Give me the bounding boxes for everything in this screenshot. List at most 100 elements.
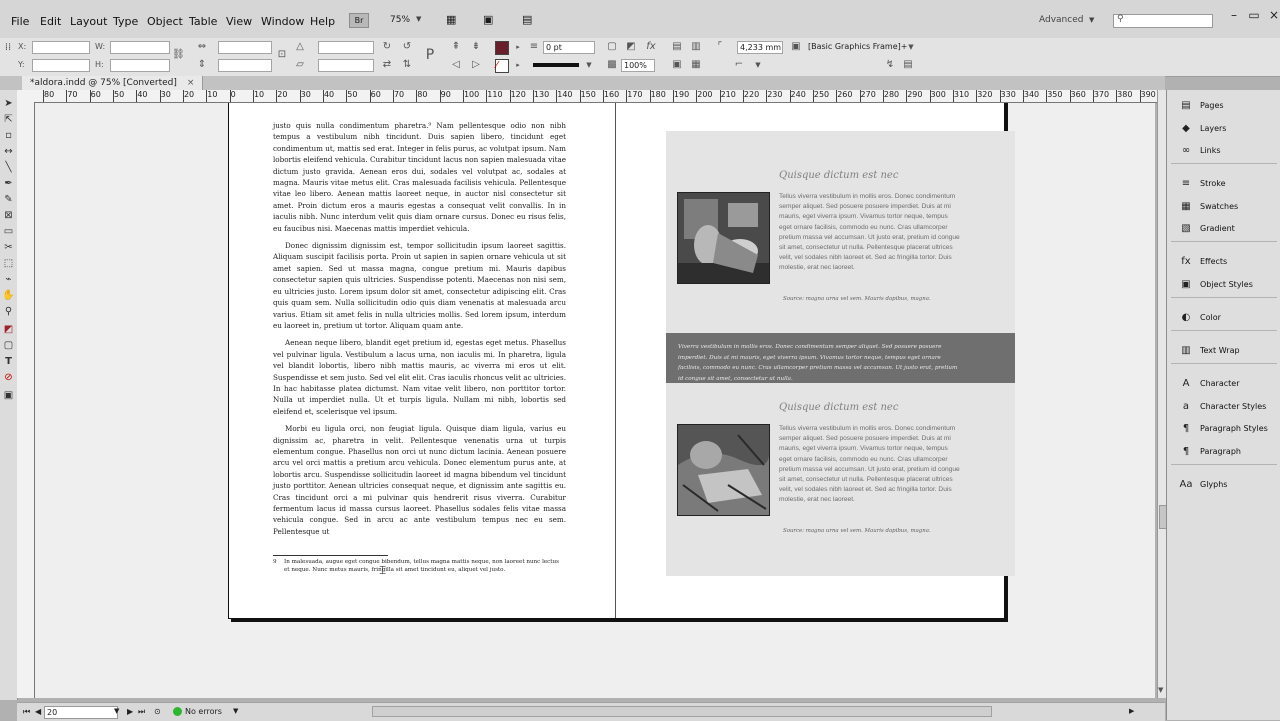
zoom-tool-icon[interactable]: ⚲	[2, 306, 15, 318]
preflight-panel-icon[interactable]: ⊙	[154, 706, 161, 717]
pull-quote-band[interactable]: Viverra vestibulum in mollis eros. Donec…	[666, 333, 1015, 383]
arrange-documents-icon[interactable]: ▤	[522, 13, 532, 26]
flip-vertical-icon[interactable]: ⇅	[401, 59, 413, 71]
page-dropdown-chevron-icon[interactable]: ▼	[114, 706, 119, 717]
minimize-icon[interactable]: –	[1226, 8, 1242, 22]
fill-chevron-icon[interactable]: ▸	[512, 41, 524, 53]
first-page-icon[interactable]: ⏮	[23, 706, 30, 717]
corner-shape-icon[interactable]: ⌐	[733, 59, 745, 71]
stroke-chevron-icon[interactable]: ▸	[512, 59, 524, 71]
scroll-right-icon[interactable]: ▶	[1129, 706, 1134, 717]
panel-character-styles[interactable]: a Character Styles	[1173, 397, 1277, 417]
menu-layout[interactable]: Layout	[70, 15, 107, 28]
flip-horizontal-icon[interactable]: ⇄	[381, 59, 393, 71]
close-tab-icon[interactable]: ×	[187, 78, 195, 88]
stroke-type-chevron-icon[interactable]: ▼	[583, 59, 595, 71]
select-previous-icon[interactable]: ◁	[450, 59, 462, 71]
scale-y-field[interactable]	[218, 59, 272, 72]
panel-pages[interactable]: ▤ Pages	[1173, 96, 1277, 116]
panel-paragraph[interactable]: ¶ Paragraph	[1173, 442, 1277, 462]
scroll-down-icon[interactable]: ▼	[1158, 686, 1163, 694]
scale-x-field[interactable]	[218, 41, 272, 54]
panel-effects[interactable]: fx Effects	[1173, 252, 1277, 272]
formatting-text-icon[interactable]: T	[2, 356, 15, 368]
rotate-field[interactable]	[318, 41, 374, 54]
photo-frame-2[interactable]	[677, 424, 770, 516]
bridge-button[interactable]: Br	[349, 13, 369, 28]
page-number-field[interactable]: 20	[44, 706, 118, 719]
pencil-tool-icon[interactable]: ✎	[2, 194, 15, 206]
panel-menu-icon[interactable]: ▤	[902, 59, 914, 71]
workspace-chevron-icon[interactable]: ▼	[1089, 16, 1094, 24]
fit-content-icon[interactable]: ▦	[690, 59, 702, 71]
rotate-cw-icon[interactable]: ↻	[381, 41, 393, 53]
menu-help[interactable]: Help	[310, 15, 335, 28]
menu-edit[interactable]: Edit	[40, 15, 61, 28]
corner-shape-chevron-icon[interactable]: ▼	[752, 59, 764, 71]
eyedropper-tool-icon[interactable]: ⌁	[2, 274, 15, 286]
width-field[interactable]	[110, 41, 170, 54]
pen-tool-icon[interactable]: ✒	[2, 178, 15, 190]
fill-swatch[interactable]	[495, 41, 509, 55]
hand-tool-icon[interactable]: ✋	[2, 290, 15, 302]
panel-stroke[interactable]: ≡ Stroke	[1173, 174, 1277, 194]
scale-link-icon[interactable]: ⊡	[276, 49, 288, 61]
object-style-dropdown[interactable]: [Basic Graphics Frame]+	[808, 41, 912, 53]
text-wrap-box-icon[interactable]: ▥	[690, 41, 702, 53]
object-style-chevron-icon[interactable]: ▼	[905, 41, 917, 53]
view-options-icon[interactable]: ▦	[446, 13, 456, 26]
horizontal-ruler[interactable]: 80 70 60 50 40 30 20 10 0 10 20 30 40 50 60 70 80 90 100 11…	[17, 90, 1157, 103]
panel-links[interactable]: ∞ Links	[1173, 141, 1277, 161]
panel-paragraph-styles[interactable]: ¶ Paragraph Styles	[1173, 419, 1277, 439]
menu-window[interactable]: Window	[261, 15, 304, 28]
panel-glyphs[interactable]: Aa Glyphs	[1173, 475, 1277, 495]
previous-page-icon[interactable]: ◀	[35, 706, 41, 717]
vertical-scrollbar[interactable]: ▼	[1157, 90, 1167, 698]
close-icon[interactable]: ×	[1266, 8, 1280, 22]
next-page-icon[interactable]: ▶	[127, 706, 133, 717]
workspace-switcher[interactable]: Advanced	[1039, 15, 1083, 25]
clear-overrides-icon[interactable]: ↯	[884, 59, 896, 71]
panel-text-wrap[interactable]: ▥ Text Wrap	[1173, 341, 1277, 361]
screen-mode-icon[interactable]: ▣	[483, 13, 493, 26]
text-wrap-none-icon[interactable]: ▤	[671, 41, 683, 53]
menu-table[interactable]: Table	[189, 15, 217, 28]
selection-tool-icon[interactable]: ➤	[2, 98, 15, 110]
screen-mode-tool-icon[interactable]: ▣	[2, 390, 15, 402]
left-page-text-frame[interactable]: justo quis nulla condimentum pharetra.⁹ …	[273, 120, 566, 543]
menu-file[interactable]: File	[11, 15, 29, 28]
panel-object-styles[interactable]: ▣ Object Styles	[1173, 275, 1277, 295]
rectangle-tool-icon[interactable]: ▭	[2, 226, 15, 238]
panel-gradient[interactable]: ▧ Gradient	[1173, 219, 1277, 239]
rectangle-frame-tool-icon[interactable]: ⊠	[2, 210, 15, 222]
corner-size-field[interactable]: 4,233 mm	[737, 41, 783, 54]
fx-icon[interactable]: fx	[645, 41, 657, 53]
pasteboard[interactable]: justo quis nulla condimentum pharetra.⁹ …	[35, 103, 1155, 698]
fill-stroke-icon[interactable]: ◩	[2, 324, 15, 336]
document-tab[interactable]: *aldora.indd @ 75% [Converted] ×	[22, 76, 204, 90]
height-field[interactable]	[110, 59, 170, 72]
maximize-icon[interactable]: ▭	[1246, 8, 1262, 22]
rotate-ccw-icon[interactable]: ↺	[401, 41, 413, 53]
search-field[interactable]: ⚲	[1113, 14, 1213, 28]
vertical-ruler[interactable]	[17, 102, 35, 698]
reference-point-icon[interactable]: ⁞⁞	[2, 42, 14, 54]
menu-view[interactable]: View	[226, 15, 252, 28]
free-transform-tool-icon[interactable]: ⬚	[2, 258, 15, 270]
page-spread[interactable]: justo quis nulla condimentum pharetra.⁹ …	[228, 103, 1015, 619]
drop-shadow-icon[interactable]: ▢	[606, 41, 618, 53]
formatting-container-icon[interactable]: ▢	[2, 340, 15, 352]
panel-character[interactable]: A Character	[1173, 374, 1277, 394]
preflight-chevron-icon[interactable]: ▼	[233, 706, 238, 717]
menu-type[interactable]: Type	[113, 15, 138, 28]
line-tool-icon[interactable]: ╲	[2, 162, 15, 174]
fit-frame-icon[interactable]: ▣	[671, 59, 683, 71]
x-field[interactable]	[32, 41, 90, 54]
stroke-weight-field[interactable]: 0 pt	[543, 41, 595, 54]
select-container-icon[interactable]: ⇞	[450, 41, 462, 53]
stroke-type-preview[interactable]	[533, 63, 579, 67]
panel-color[interactable]: ◐ Color	[1173, 308, 1277, 328]
zoom-level[interactable]: 75%	[390, 15, 410, 25]
scissors-tool-icon[interactable]: ✂	[2, 242, 15, 254]
page-tool-icon[interactable]: ▫	[2, 130, 15, 142]
